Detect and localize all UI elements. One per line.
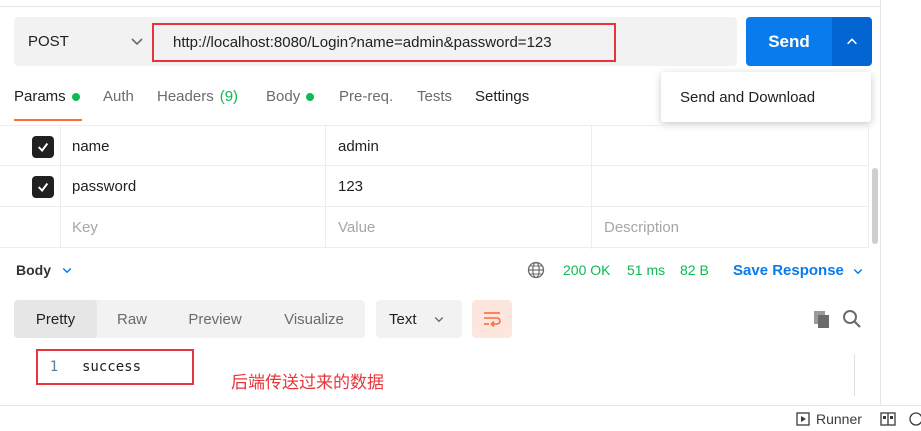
wrap-lines-icon: [484, 312, 501, 328]
chevron-down-icon: [434, 317, 443, 323]
top-border: [0, 6, 880, 7]
params-indicator-dot: [71, 92, 80, 101]
save-response-button[interactable]: Save Response: [733, 262, 864, 279]
runner-icon: [796, 412, 810, 426]
column-divider: [325, 125, 326, 249]
active-tab-underline: [14, 119, 82, 121]
view-raw[interactable]: Raw: [97, 300, 167, 338]
tab-params[interactable]: Params: [14, 88, 80, 105]
chevron-down-icon: [62, 267, 72, 274]
help-icon[interactable]: [908, 412, 921, 426]
tab-auth[interactable]: Auth: [103, 88, 134, 105]
response-time[interactable]: 51 ms: [627, 262, 665, 278]
tab-settings-label: Settings: [475, 88, 530, 105]
param-key[interactable]: name: [72, 126, 110, 167]
two-pane-view-icon[interactable]: [880, 412, 896, 426]
tab-body[interactable]: Body: [266, 88, 315, 105]
column-divider: [60, 125, 61, 249]
row-checkbox[interactable]: [32, 176, 54, 198]
runner-button[interactable]: Runner: [796, 411, 862, 427]
value-placeholder[interactable]: Value: [338, 207, 375, 248]
status-bar: [0, 405, 921, 431]
param-value[interactable]: admin: [338, 126, 379, 167]
send-options-button[interactable]: [832, 17, 872, 66]
tab-auth-label: Auth: [103, 88, 134, 105]
format-select[interactable]: Text: [376, 300, 462, 338]
tab-tests-label: Tests: [417, 88, 453, 105]
table-row-new: Key Value Description: [0, 207, 869, 248]
url-text: http://localhost:8080/Login?name=admin&p…: [173, 34, 552, 51]
response-body-dropdown[interactable]: Body: [16, 262, 73, 278]
send-label: Send: [768, 31, 810, 51]
table-row: name admin: [0, 125, 869, 166]
key-placeholder[interactable]: Key: [72, 207, 98, 248]
send-button[interactable]: Send: [746, 17, 832, 66]
status-code[interactable]: 200 OK: [563, 262, 610, 278]
annotation-text: 后端传送过来的数据: [231, 373, 384, 393]
view-preview[interactable]: Preview: [167, 300, 263, 338]
panel-right-border: [880, 0, 881, 405]
tab-params-label: Params: [14, 88, 66, 105]
column-divider: [591, 125, 592, 249]
table-row: password 123: [0, 166, 869, 207]
param-value[interactable]: 123: [338, 166, 363, 207]
view-visualize[interactable]: Visualize: [263, 300, 365, 338]
response-size[interactable]: 82 B: [680, 262, 709, 278]
editor-scrollbar[interactable]: [854, 354, 872, 396]
copy-icon[interactable]: [812, 309, 832, 329]
send-and-download-label: Send and Download: [680, 88, 816, 106]
headers-count: (9): [219, 88, 239, 105]
tab-pre-request[interactable]: Pre-req.: [339, 88, 393, 105]
row-checkbox[interactable]: [32, 136, 54, 158]
format-label: Text: [389, 310, 417, 328]
runner-label: Runner: [816, 411, 862, 427]
tab-body-label: Body: [266, 88, 301, 105]
params-scrollbar[interactable]: [872, 168, 878, 244]
view-pretty[interactable]: Pretty: [14, 300, 97, 338]
chevron-down-icon: [853, 268, 863, 274]
method-label: POST: [28, 33, 69, 50]
response-body-editor[interactable]: 1 success: [36, 349, 194, 385]
param-key[interactable]: password: [72, 166, 136, 207]
params-table: name admin password 123 Key Value Descri…: [0, 125, 869, 249]
send-and-download-item[interactable]: Send and Download: [661, 72, 871, 122]
tab-settings[interactable]: Settings: [475, 88, 529, 105]
body-indicator-dot: [306, 92, 315, 101]
globe-icon[interactable]: [527, 261, 545, 279]
tab-headers-label: Headers: [157, 88, 214, 105]
checkmark-icon: [37, 142, 49, 152]
response-line-text: success: [82, 359, 142, 375]
chevron-down-icon[interactable]: [129, 33, 145, 49]
chevron-up-icon: [847, 37, 857, 44]
tab-headers[interactable]: Headers (9): [157, 88, 238, 105]
tab-tests[interactable]: Tests: [417, 88, 452, 105]
search-icon[interactable]: [842, 309, 862, 329]
url-input[interactable]: http://localhost:8080/Login?name=admin&p…: [152, 23, 616, 62]
checkmark-icon: [37, 182, 49, 192]
column-divider: [868, 125, 869, 249]
wrap-lines-button[interactable]: [472, 300, 512, 338]
line-number: 1: [49, 359, 59, 375]
description-placeholder[interactable]: Description: [604, 207, 679, 248]
tab-pre-request-label: Pre-req.: [339, 88, 394, 105]
response-body-label: Body: [16, 262, 51, 278]
save-response-label: Save Response: [733, 262, 844, 279]
